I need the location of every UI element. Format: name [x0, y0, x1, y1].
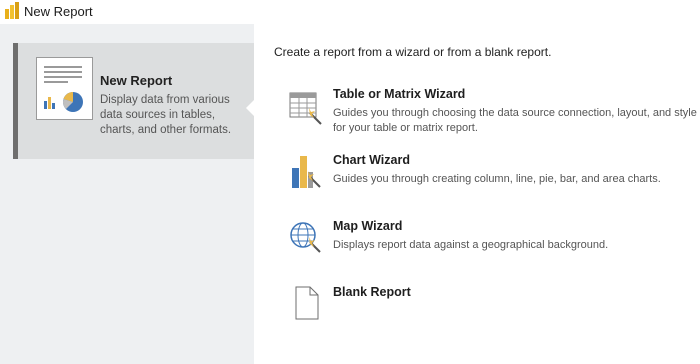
blank-report-title: Blank Report [333, 285, 411, 299]
table-matrix-wizard-description: Guides you through choosing the data sou… [333, 107, 697, 134]
chart-wizard-option[interactable]: Chart Wizard Guides you through creating… [288, 153, 700, 213]
chart-wizard-title: Chart Wizard [333, 153, 410, 167]
map-wizard-option[interactable]: Map Wizard Displays report data against … [288, 219, 700, 279]
map-wizard-icon [290, 222, 321, 253]
sidebar: New Report Display data from various dat… [0, 24, 254, 364]
sidebar-item-description: Display data from various data sources i… [100, 94, 232, 136]
table-wizard-icon [289, 92, 322, 125]
chart-wizard-icon [292, 156, 321, 188]
sidebar-item-title: New Report [100, 73, 173, 88]
main-panel: Create a report from a wizard or from a … [254, 24, 700, 364]
selection-pointer [246, 100, 254, 116]
chart-wizard-description: Guides you through creating column, line… [333, 173, 661, 185]
map-wizard-title: Map Wizard [333, 219, 403, 233]
page-heading: Create a report from a wizard or from a … [274, 45, 552, 59]
report-builder-icon [5, 2, 19, 19]
title-bar: New Report [0, 0, 700, 24]
blank-report-option[interactable]: Blank Report [288, 285, 700, 325]
blank-document-icon [295, 286, 319, 320]
table-matrix-wizard-title: Table or Matrix Wizard [333, 87, 466, 101]
map-wizard-description: Displays report data against a geographi… [333, 239, 609, 251]
sidebar-item-new-report[interactable]: New Report Display data from various dat… [13, 43, 254, 159]
selection-accent-bar [13, 43, 18, 159]
table-matrix-wizard-option[interactable]: Table or Matrix Wizard Guides you throug… [288, 87, 700, 147]
report-thumbnail-icon [36, 57, 93, 120]
window-title: New Report [24, 4, 93, 19]
